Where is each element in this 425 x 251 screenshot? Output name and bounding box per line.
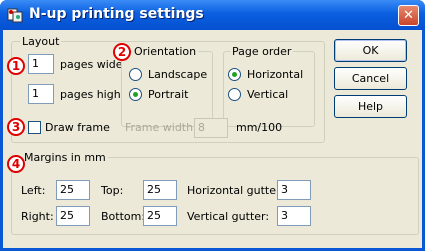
horizontal-label[interactable]: Horizontal: [247, 68, 303, 81]
marker-4: 4: [7, 155, 25, 173]
right-margin-label: Right:: [21, 210, 54, 223]
marker-2: 2: [113, 43, 131, 61]
draw-frame-label[interactable]: Draw frame: [45, 121, 110, 134]
left-margin-input[interactable]: 25: [56, 180, 90, 200]
window-title: N-up printing settings: [29, 6, 204, 22]
landscape-label[interactable]: Landscape: [148, 68, 207, 81]
bottom-margin-label: Bottom:: [101, 210, 146, 223]
marker-3: 3: [7, 118, 25, 136]
portrait-label[interactable]: Portrait: [148, 88, 188, 101]
horizontal-gutter-label: Horizontal gutter:: [187, 184, 285, 197]
dialog-window: N-up printing settings ✕ Layout 1 1 page…: [0, 0, 425, 251]
close-button[interactable]: ✕: [398, 5, 419, 26]
page-order-group-title: Page order: [230, 45, 294, 58]
frame-width-unit: mm/100: [236, 121, 283, 134]
help-button[interactable]: Help: [334, 95, 407, 118]
close-icon: ✕: [403, 8, 414, 23]
vertical-gutter-label: Vertical gutter:: [187, 210, 270, 223]
top-margin-label: Top:: [101, 184, 124, 197]
draw-frame-checkbox[interactable]: [28, 121, 41, 134]
pages-high-input[interactable]: 1: [28, 84, 54, 104]
orientation-group-title: Orientation: [132, 45, 199, 58]
vertical-label[interactable]: Vertical: [247, 88, 288, 101]
vertical-radio[interactable]: [228, 88, 241, 101]
cancel-button[interactable]: Cancel: [334, 67, 407, 90]
ok-button[interactable]: OK: [334, 39, 407, 62]
landscape-radio[interactable]: [129, 68, 142, 81]
bottom-margin-input[interactable]: 25: [143, 206, 177, 226]
vertical-gutter-input[interactable]: 3: [277, 206, 311, 226]
frame-width-input[interactable]: 8: [194, 118, 228, 138]
right-margin-input[interactable]: 25: [56, 206, 90, 226]
app-icon: [7, 8, 23, 23]
pages-high-label: pages high: [60, 88, 121, 101]
marker-1: 1: [7, 57, 25, 75]
margins-group-title: Margins in mm: [22, 151, 108, 164]
pages-wide-input[interactable]: 1: [28, 54, 54, 74]
portrait-radio[interactable]: [129, 88, 142, 101]
horizontal-gutter-input[interactable]: 3: [277, 180, 311, 200]
layout-group-title: Layout: [20, 35, 62, 48]
top-margin-input[interactable]: 25: [143, 180, 177, 200]
horizontal-radio[interactable]: [228, 68, 241, 81]
title-bar[interactable]: N-up printing settings ✕: [0, 0, 425, 30]
frame-width-label: Frame width:: [125, 121, 197, 134]
left-margin-label: Left:: [21, 184, 46, 197]
pages-wide-label: pages wide: [60, 58, 123, 71]
dialog-body: Layout 1 1 pages wide 1 pages high Orien…: [3, 30, 422, 248]
